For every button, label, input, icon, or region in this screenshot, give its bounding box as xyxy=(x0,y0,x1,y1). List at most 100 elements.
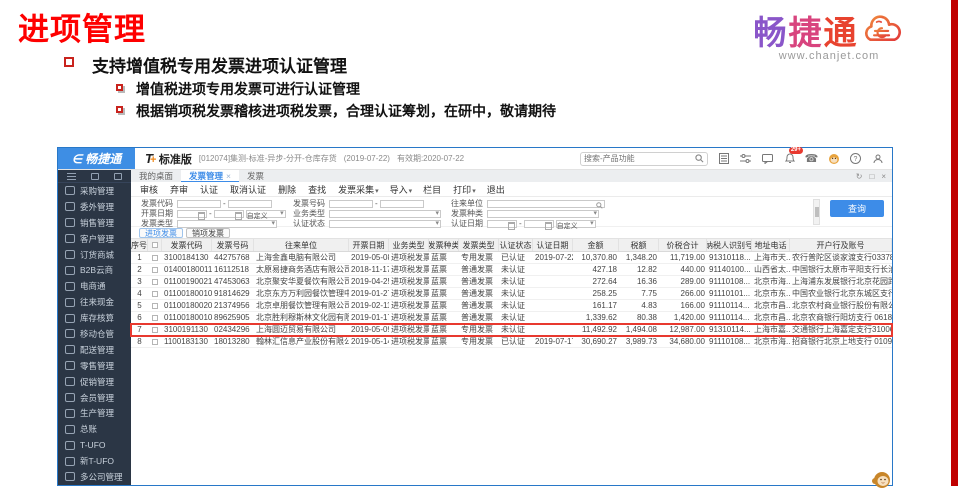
sidebar-item[interactable]: 配送管理 xyxy=(58,342,131,358)
column-header[interactable]: 发票代码 xyxy=(162,239,212,251)
table-row[interactable]: 4 011001800104 91814629 北京东方万利园餐饮管理中心 20… xyxy=(131,288,892,300)
invoice-code-from-input[interactable] xyxy=(177,199,221,208)
toolbar-button[interactable]: 退出 xyxy=(487,183,506,196)
query-button[interactable]: 查询 xyxy=(830,200,884,217)
cert-status-select[interactable] xyxy=(329,219,441,228)
row-checkbox[interactable] xyxy=(148,266,162,273)
partner-input[interactable] xyxy=(487,199,605,209)
column-header[interactable]: 业务类型 xyxy=(389,239,429,251)
toolbar-button[interactable]: 取消认证 xyxy=(230,183,267,196)
sidebar-item[interactable]: 多公司管理 xyxy=(58,469,131,485)
biz-type-select[interactable] xyxy=(329,209,441,218)
sidebar-item[interactable]: 采购管理 xyxy=(58,183,131,199)
column-header[interactable]: 往来单位 xyxy=(254,239,349,251)
invoice-type-select[interactable] xyxy=(177,219,277,228)
cert-date-from-input[interactable] xyxy=(487,219,517,230)
sidebar-item[interactable]: 库存核算 xyxy=(58,310,131,326)
subtab-input-invoice[interactable]: 进项发票 xyxy=(139,227,183,238)
sidebar-item[interactable]: 新T-UFO xyxy=(58,453,131,469)
column-header[interactable]: 认证状态 xyxy=(499,239,533,251)
sidebar-item[interactable]: 零售管理 xyxy=(58,358,131,374)
sidebar-item[interactable]: 委外管理 xyxy=(58,199,131,215)
toolbar-button[interactable]: 发票采集▾ xyxy=(338,183,379,196)
row-checkbox[interactable] xyxy=(148,338,162,345)
invoice-kind-select[interactable] xyxy=(487,209,599,218)
column-header[interactable]: 开户行及账号 xyxy=(790,239,892,251)
notification-bell-icon[interactable]: 29+ xyxy=(783,147,803,165)
table-row[interactable]: 5 011001800204 21374956 北京卓朋餐饮管理有限公司 201… xyxy=(131,300,892,312)
table-row[interactable]: 7 3100191130 02434296 上海圆迈贸易有限公司 2019-05… xyxy=(130,323,893,337)
user-icon[interactable] xyxy=(871,152,884,165)
table-row[interactable]: 6 011001800104 89625905 北京胜利穆斯林文化园有限公司 2… xyxy=(131,312,892,324)
tab-invoice-management[interactable]: 发票管理 × xyxy=(181,170,239,182)
help-icon[interactable]: ? xyxy=(849,152,862,165)
sidebar-edit-icon[interactable] xyxy=(91,172,99,180)
search-input[interactable] xyxy=(580,151,708,166)
invoice-date-from-input[interactable] xyxy=(177,209,207,220)
row-checkbox[interactable] xyxy=(148,314,162,321)
sidebar-item[interactable]: 往来现金 xyxy=(58,294,131,310)
sidebar-item[interactable]: 移动仓管 xyxy=(58,326,131,342)
sidebar-item[interactable]: 销售管理 xyxy=(58,215,131,231)
column-header[interactable]: 发票类型 xyxy=(459,239,499,251)
column-header[interactable]: 开票日期 xyxy=(349,239,389,251)
toolbar-button[interactable]: 删除 xyxy=(278,183,297,196)
sidebar-item[interactable]: 订货商城 xyxy=(58,247,131,263)
column-header[interactable]: 价税合计 xyxy=(659,239,707,251)
phone-icon[interactable]: ☎ xyxy=(805,152,819,165)
table-row[interactable]: 3 011001900211 47453063 北京聚安华夏餐饮有限公司 201… xyxy=(131,276,892,288)
menu-hamburger-icon[interactable] xyxy=(67,172,76,180)
row-checkbox[interactable] xyxy=(148,326,162,333)
filter-scrollbar[interactable] xyxy=(813,199,820,225)
column-header[interactable]: 序号 xyxy=(131,239,148,251)
sidebar-item[interactable]: 会员管理 xyxy=(58,390,131,406)
row-checkbox[interactable] xyxy=(148,278,162,285)
tab-close-icon[interactable]: × xyxy=(226,171,231,181)
row-checkbox[interactable] xyxy=(148,302,162,309)
cert-date-to-input[interactable] xyxy=(523,219,554,230)
row-checkbox[interactable] xyxy=(148,290,162,297)
assistant-monkey-icon[interactable] xyxy=(827,152,840,165)
date-range-select[interactable]: 自定义 xyxy=(245,209,286,220)
tab-invoice[interactable]: 发票 xyxy=(239,170,272,182)
toolbar-button[interactable]: 认证 xyxy=(200,183,219,196)
sidebar-item[interactable]: 促销管理 xyxy=(58,374,131,390)
toolbar-button[interactable]: 导入▾ xyxy=(390,183,413,196)
tab-my-desktop[interactable]: 我的桌面 xyxy=(131,170,181,182)
sidebar-item[interactable]: 客户管理 xyxy=(58,231,131,247)
invoice-code-to-input[interactable] xyxy=(227,199,272,208)
column-header[interactable]: 金额 xyxy=(573,239,619,251)
toolbar-button[interactable]: 打印▾ xyxy=(453,183,476,196)
sidebar-item[interactable]: 总账 xyxy=(58,421,131,437)
sidebar-item[interactable]: 电商通 xyxy=(58,278,131,294)
maximize-icon[interactable]: □ xyxy=(869,172,874,181)
toolbar-button[interactable]: 栏目 xyxy=(423,183,442,196)
column-header[interactable]: 税额 xyxy=(619,239,659,251)
table-row[interactable]: 1 3100184130 44275768 上海金鑫电脑有限公司 2019-05… xyxy=(131,252,892,264)
toolbar-button[interactable]: 审核 xyxy=(140,183,159,196)
sidebar-item[interactable]: T-UFO xyxy=(58,437,131,453)
sidebar-item[interactable]: B2B云商 xyxy=(58,262,131,278)
select-all-checkbox[interactable] xyxy=(148,239,162,251)
sidebar-item[interactable]: 生产管理 xyxy=(58,405,131,421)
calculator-icon[interactable] xyxy=(717,152,730,165)
message-icon[interactable] xyxy=(761,152,774,165)
invoice-date-to-input[interactable] xyxy=(213,209,244,220)
table-row[interactable]: 2 014001800111 16112518 太原易捷商务酒店有限公司 201… xyxy=(131,264,892,276)
sidebar-expand-icon[interactable] xyxy=(114,172,122,180)
row-checkbox[interactable] xyxy=(148,254,162,261)
invoice-no-from-input[interactable] xyxy=(329,199,373,208)
settings-sliders-icon[interactable] xyxy=(739,152,752,165)
mascot-monkey-icon[interactable] xyxy=(870,468,892,488)
column-header[interactable]: 发票号码 xyxy=(212,239,254,251)
toolbar-button[interactable]: 弃审 xyxy=(170,183,189,196)
column-header[interactable]: 地址电话 xyxy=(752,239,790,251)
column-header[interactable]: 认证日期 xyxy=(533,239,573,251)
column-header[interactable]: 发票种类 xyxy=(429,239,459,251)
close-icon[interactable]: × xyxy=(881,172,886,181)
refresh-icon[interactable]: ↻ xyxy=(856,172,863,181)
invoice-no-to-input[interactable] xyxy=(379,199,424,208)
toolbar-button[interactable]: 查找 xyxy=(308,183,327,196)
table-row[interactable]: 8 1100183130 18013280 翰林汇信息产业股份有限公司 2019… xyxy=(131,336,892,348)
subtab-output-invoice[interactable]: 销项发票 xyxy=(186,227,230,238)
